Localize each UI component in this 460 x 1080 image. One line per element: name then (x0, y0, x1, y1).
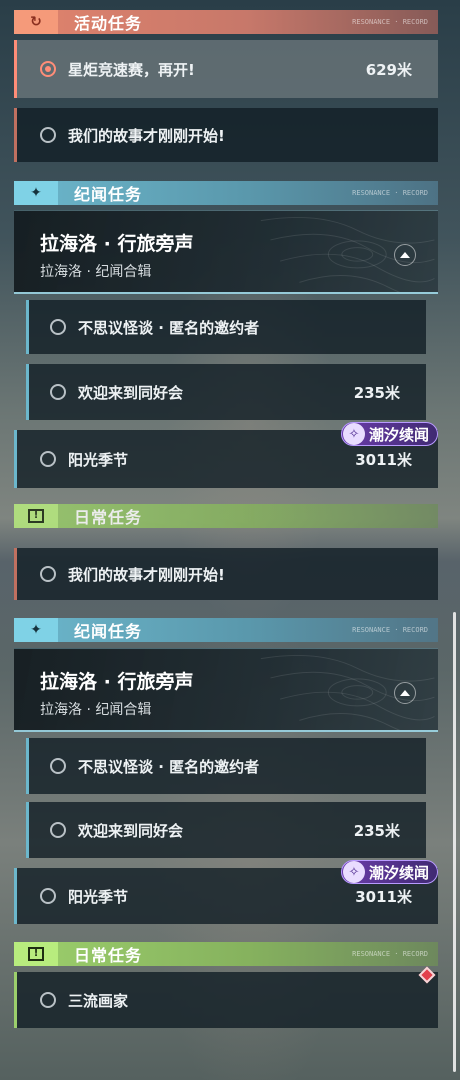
radio-icon[interactable] (40, 127, 56, 143)
region-card[interactable]: 拉海洛 · 行旅旁声 拉海洛 · 纪闻合辑 (14, 210, 438, 294)
tidal-wave-icon: ✧ (343, 423, 365, 445)
sparkle-star-icon: ✦ (14, 181, 58, 205)
quest-accent-bar (14, 548, 17, 600)
badge-label: 潮汐续闻 (369, 863, 430, 882)
radio-icon[interactable] (50, 384, 66, 400)
section-title: 纪闻任务 (74, 622, 143, 641)
quest-panel-bottom: 我们的故事才刚刚开始! ✦ 纪闻任务 RESONANCE · RECORD 拉海… (0, 540, 460, 1080)
quest-accent-bar (14, 972, 17, 1028)
header-deco-text: RESONANCE · RECORD (352, 626, 428, 634)
region-title: 拉海洛 · 行旅旁声 (40, 671, 194, 693)
quest-name: 三流画家 (68, 992, 129, 1010)
quest-name: 欢迎来到同好会 (78, 822, 184, 840)
radio-icon[interactable] (40, 992, 56, 1008)
region-subtitle: 拉海洛 · 纪闻合辑 (40, 264, 152, 280)
quest-distance: 629米 (365, 61, 412, 79)
section-title: 活动任务 (74, 14, 143, 33)
quest-accent-bar (14, 868, 17, 924)
section-header-daily[interactable]: ! 日常任务 (14, 504, 438, 528)
quest-item[interactable]: 三流画家 (14, 972, 438, 1028)
quest-accent-bar (14, 108, 17, 162)
radio-icon[interactable] (40, 451, 56, 467)
quest-name: 不思议怪谈 · 匿名的邀约者 (78, 319, 260, 337)
quest-name: 星炬竞速赛，再开! (68, 61, 195, 79)
header-deco-text: RESONANCE · RECORD (352, 189, 428, 197)
collapse-chevron-icon[interactable] (394, 244, 416, 266)
exclamation-box-icon: ! (14, 504, 58, 528)
quest-item-tracked[interactable]: 星炬竞速赛，再开! 629米 (14, 40, 438, 98)
collapse-chevron-icon[interactable] (394, 682, 416, 704)
quest-distance: 3011米 (355, 451, 412, 469)
quest-item[interactable]: 不思议怪谈 · 匿名的邀约者 (26, 300, 426, 354)
section-header-daily[interactable]: ! 日常任务 RESONANCE · RECORD (14, 942, 438, 966)
quest-accent-bar (26, 364, 29, 420)
header-deco-text: RESONANCE · RECORD (352, 18, 428, 26)
quest-accent-bar (26, 738, 29, 794)
section-title: 日常任务 (74, 946, 143, 965)
quest-name: 不思议怪谈 · 匿名的邀约者 (78, 758, 260, 776)
quest-item[interactable]: 不思议怪谈 · 匿名的邀约者 (26, 738, 426, 794)
quest-name: 我们的故事才刚刚开始! (68, 566, 225, 584)
radio-icon[interactable] (40, 888, 56, 904)
quest-accent-bar (26, 300, 29, 354)
section-title: 纪闻任务 (74, 185, 143, 204)
section-header-event[interactable]: ↻ 活动任务 RESONANCE · RECORD (14, 10, 438, 34)
region-card[interactable]: 拉海洛 · 行旅旁声 拉海洛 · 纪闻合辑 (14, 648, 438, 732)
quest-name: 阳光季节 (68, 888, 129, 906)
quest-item[interactable]: 我们的故事才刚刚开始! (14, 108, 438, 162)
region-subtitle: 拉海洛 · 纪闻合辑 (40, 702, 152, 718)
section-title: 日常任务 (74, 508, 143, 527)
radio-icon[interactable] (50, 822, 66, 838)
quest-distance: 235米 (353, 384, 400, 402)
quest-name: 阳光季节 (68, 451, 129, 469)
radio-icon[interactable] (50, 758, 66, 774)
quest-panel-top: ↻ 活动任务 RESONANCE · RECORD 星炬竞速赛，再开! 629米… (0, 0, 460, 540)
radio-icon[interactable] (50, 319, 66, 335)
exclamation-box-icon: ! (14, 942, 58, 966)
quest-item[interactable]: 欢迎来到同好会 235米 (26, 364, 426, 420)
region-title: 拉海洛 · 行旅旁声 (40, 233, 194, 255)
section-header-lore[interactable]: ✦ 纪闻任务 RESONANCE · RECORD (14, 618, 438, 642)
tidal-wave-icon: ✧ (343, 861, 365, 883)
quest-name: 我们的故事才刚刚开始! (68, 127, 225, 145)
quest-accent-bar (14, 430, 17, 488)
quest-distance: 3011米 (355, 888, 412, 906)
tracked-radio-icon[interactable] (40, 61, 56, 77)
badge-label: 潮汐续闻 (369, 425, 430, 444)
quest-accent-bar (26, 802, 29, 858)
story-badge: ✧ 潮汐续闻 (341, 860, 438, 884)
radio-icon[interactable] (40, 566, 56, 582)
quest-item[interactable]: 我们的故事才刚刚开始! (14, 548, 438, 600)
header-deco-text: RESONANCE · RECORD (352, 950, 428, 958)
scrollbar-thumb[interactable] (453, 612, 456, 1072)
sparkle-star-icon: ✦ (14, 618, 58, 642)
section-header-lore[interactable]: ✦ 纪闻任务 RESONANCE · RECORD (14, 181, 438, 205)
story-badge: ✧ 潮汐续闻 (341, 422, 438, 446)
quest-name: 欢迎来到同好会 (78, 384, 184, 402)
quest-distance: 235米 (353, 822, 400, 840)
quest-accent-bar (14, 40, 17, 98)
return-arrow-icon: ↻ (14, 10, 58, 34)
quest-item[interactable]: 欢迎来到同好会 235米 (26, 802, 426, 858)
